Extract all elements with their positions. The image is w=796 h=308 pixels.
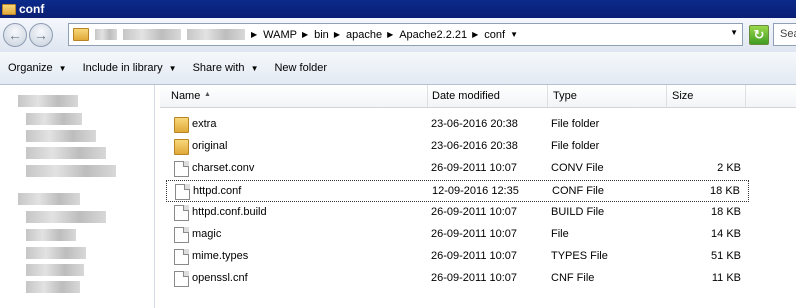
file-icon bbox=[174, 271, 189, 287]
blurred-path bbox=[187, 29, 245, 40]
chevron-down-icon: ▼ bbox=[250, 63, 259, 73]
folder-icon bbox=[174, 117, 189, 133]
breadcrumb-bin[interactable]: bin ▶ bbox=[314, 29, 340, 41]
folder-icon bbox=[2, 3, 16, 15]
chevron-right-icon[interactable]: ▶ bbox=[302, 30, 308, 39]
command-bar: Organize ▼ Include in library ▼ Share with… bbox=[0, 52, 796, 85]
file-icon bbox=[174, 205, 189, 221]
file-icon bbox=[174, 161, 189, 177]
include-in-library-button[interactable]: Include in library ▼ bbox=[83, 62, 177, 74]
breadcrumb-wamp[interactable]: WAMP ▶ bbox=[263, 29, 308, 41]
column-header-size[interactable]: Size bbox=[667, 85, 746, 107]
chevron-down-icon: ▼ bbox=[58, 63, 67, 73]
file-icon bbox=[175, 184, 190, 200]
blurred-path bbox=[123, 29, 181, 40]
file-row[interactable]: httpd.conf.build 26-09-2011 10:07 BUILD … bbox=[166, 202, 749, 224]
blurred-nav-item[interactable] bbox=[26, 229, 76, 241]
folder-icon bbox=[174, 139, 189, 155]
file-list: extra 23-06-2016 20:38 File folder origi… bbox=[160, 114, 796, 290]
sort-ascending-icon: ▲ bbox=[204, 91, 211, 98]
breadcrumb-apache[interactable]: apache ▶ bbox=[346, 29, 393, 41]
address-row: ← → ▶ WAMP ▶ bin ▶ apache ▶ Apache2.2.21 ▶ c… bbox=[0, 18, 796, 52]
organize-button[interactable]: Organize ▼ bbox=[8, 62, 67, 74]
chevron-right-icon[interactable]: ▶ bbox=[387, 30, 393, 39]
column-headers: ▲ Name Date modified Type Size bbox=[160, 85, 796, 108]
blurred-nav-item[interactable] bbox=[18, 193, 80, 205]
file-row[interactable]: charset.conv 26-09-2011 10:07 CONV File … bbox=[166, 158, 749, 180]
window-title: conf bbox=[19, 2, 45, 16]
blurred-nav-item[interactable] bbox=[26, 113, 82, 125]
navigation-pane[interactable] bbox=[0, 85, 155, 308]
chevron-down-icon[interactable]: ▼ bbox=[510, 30, 518, 39]
back-button[interactable]: ← bbox=[3, 23, 27, 47]
blurred-nav-item[interactable] bbox=[26, 247, 86, 259]
column-header-type[interactable]: Type bbox=[548, 85, 667, 107]
column-header-date[interactable]: Date modified bbox=[428, 85, 548, 107]
file-row-focused[interactable]: httpd.conf 12-09-2016 12:35 CONF File 18… bbox=[166, 180, 749, 202]
blurred-nav-item[interactable] bbox=[26, 264, 84, 276]
chevron-right-icon: ▶ bbox=[251, 30, 258, 39]
folder-icon bbox=[73, 28, 89, 41]
chevron-down-icon: ▼ bbox=[168, 63, 177, 73]
refresh-button[interactable]: ↻ bbox=[749, 25, 769, 45]
title-bar: conf bbox=[0, 0, 796, 18]
column-header-name[interactable]: ▲ Name bbox=[160, 85, 428, 107]
forward-button[interactable]: → bbox=[29, 23, 53, 47]
blurred-nav-item[interactable] bbox=[26, 281, 80, 293]
address-bar[interactable]: ▶ WAMP ▶ bin ▶ apache ▶ Apache2.2.21 ▶ conf ▼… bbox=[68, 23, 743, 46]
search-input[interactable]: Sea bbox=[773, 23, 796, 46]
chevron-right-icon[interactable]: ▶ bbox=[472, 30, 478, 39]
file-row[interactable]: mime.types 26-09-2011 10:07 TYPES File 5… bbox=[166, 246, 749, 268]
file-row[interactable]: openssl.cnf 26-09-2011 10:07 CNF File 11… bbox=[166, 268, 749, 290]
blurred-nav-item[interactable] bbox=[26, 130, 96, 142]
chevron-right-icon[interactable]: ▶ bbox=[334, 30, 340, 39]
file-row[interactable]: extra 23-06-2016 20:38 File folder bbox=[166, 114, 749, 136]
blurred-nav-item[interactable] bbox=[18, 95, 78, 107]
blurred-nav-item[interactable] bbox=[26, 147, 106, 159]
file-icon bbox=[174, 227, 189, 243]
file-row[interactable]: magic 26-09-2011 10:07 File 14 KB bbox=[166, 224, 749, 246]
file-icon bbox=[174, 249, 189, 265]
address-dropdown-icon[interactable]: ▼ bbox=[730, 28, 738, 37]
blurred-nav-item[interactable] bbox=[26, 165, 116, 177]
breadcrumb-apache-version[interactable]: Apache2.2.21 ▶ bbox=[399, 29, 478, 41]
share-with-button[interactable]: Share with ▼ bbox=[193, 62, 259, 74]
breadcrumb-conf[interactable]: conf ▼ bbox=[484, 29, 518, 41]
blurred-nav-item[interactable] bbox=[26, 211, 106, 223]
blurred-path bbox=[95, 29, 117, 40]
file-row[interactable]: original 23-06-2016 20:38 File folder bbox=[166, 136, 749, 158]
new-folder-button[interactable]: New folder bbox=[274, 62, 327, 74]
